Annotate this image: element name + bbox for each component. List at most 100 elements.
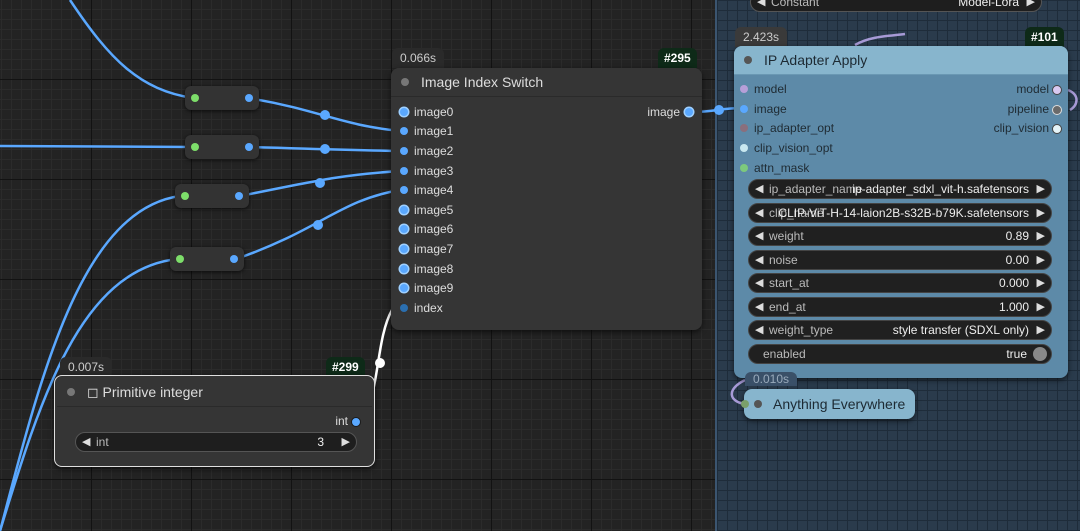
slot-label: image <box>647 105 680 119</box>
node-title: Anything Everywhere <box>773 396 906 412</box>
widget-label: end_at <box>769 300 806 314</box>
end-at-widget[interactable]: ◀ end_at 1.000 ▶ <box>748 297 1052 317</box>
reroute-input-dot[interactable] <box>181 192 189 200</box>
slot-label: clip_vision <box>993 121 1049 135</box>
input-slot-image9[interactable]: image9 <box>395 279 453 297</box>
start-at-widget[interactable]: ◀ start_at 0.000 ▶ <box>748 273 1052 293</box>
widget-label: ip_adapter_name <box>769 182 863 196</box>
decrement-arrow-icon[interactable]: ◀ <box>755 321 763 339</box>
widget-label: weight <box>769 229 804 243</box>
reroute-node-3[interactable] <box>175 184 249 208</box>
reroute-node-4[interactable] <box>170 247 244 271</box>
input-slot-image7[interactable]: image7 <box>395 240 453 258</box>
output-slot-int[interactable]: int <box>335 412 366 430</box>
input-slot-image0[interactable]: image0 <box>395 103 453 121</box>
decrement-arrow-icon[interactable]: ◀ <box>755 274 763 292</box>
node-title-bar[interactable]: Image Index Switch <box>391 68 702 97</box>
increment-arrow-icon[interactable]: ▶ <box>1037 321 1045 339</box>
input-slot-image5[interactable]: image5 <box>395 201 453 219</box>
noise-widget[interactable]: ◀ noise 0.00 ▶ <box>748 250 1052 270</box>
widget-value: 1.000 <box>998 300 1029 314</box>
slot-label: pipeline <box>1007 102 1049 116</box>
node-title: Image Index Switch <box>421 74 544 90</box>
output-slot-clip-vision[interactable]: clip_vision <box>994 119 1067 137</box>
input-slot-image6[interactable]: image6 <box>395 220 453 238</box>
wire-top-to-reroute1 <box>68 0 194 100</box>
input-slot-model[interactable]: model <box>735 80 787 98</box>
weight-type-widget[interactable]: ◀ weight_type style transfer (SDXL only)… <box>748 320 1052 340</box>
ae-time-badge: 0.010s <box>745 372 798 386</box>
increment-arrow-icon[interactable]: ▶ <box>1037 274 1045 292</box>
reroute-output-dot[interactable] <box>245 94 253 102</box>
slot-label: model <box>1016 82 1049 96</box>
slot-label: index <box>414 301 443 315</box>
ip-adapter-name-widget[interactable]: ◀ ip_adapter_name ip-adapter_sdxl_vit-h.… <box>748 179 1052 199</box>
input-slot-clip-vision-opt[interactable]: clip_vision_opt <box>735 139 833 157</box>
primitive-integer-node[interactable]: ◻ Primitive integer int ◀ int 3 ▶ <box>54 375 375 467</box>
decrement-arrow-icon[interactable]: ◀ <box>755 180 763 198</box>
input-slot-index[interactable]: index <box>395 299 443 317</box>
input-dot-icon[interactable] <box>741 400 749 408</box>
slot-label: image1 <box>414 124 454 138</box>
collapse-dot-icon[interactable] <box>67 388 75 396</box>
node-title-bar[interactable]: ◻ Primitive integer <box>57 378 372 407</box>
anything-everywhere-node[interactable]: Anything Everywhere <box>741 389 915 419</box>
toggle-knob-icon[interactable] <box>1033 347 1047 361</box>
decrement-arrow-icon[interactable]: ◀ <box>82 433 90 451</box>
collapse-dot-icon[interactable] <box>754 400 762 408</box>
slot-label: clip_vision_opt <box>754 141 833 155</box>
decrement-arrow-icon[interactable]: ◀ <box>755 227 763 245</box>
collapse-dot-icon[interactable] <box>744 56 752 64</box>
input-slot-image4[interactable]: image4 <box>395 181 453 199</box>
clip-name-widget[interactable]: ◀ clip_name CLIP-ViT-H-14-laion2B-s32B-b… <box>748 203 1052 223</box>
enabled-toggle[interactable]: enabled true <box>748 344 1052 364</box>
decrement-arrow-icon[interactable]: ◀ <box>757 0 765 11</box>
increment-arrow-icon[interactable]: ▶ <box>1027 0 1035 11</box>
slot-label: image3 <box>414 164 454 178</box>
slot-label: image7 <box>414 242 454 256</box>
constant-widget[interactable]: ◀ Constant Model-Lora ▶ <box>750 0 1042 12</box>
node-title-bar[interactable]: IP Adapter Apply <box>734 46 1068 75</box>
increment-arrow-icon[interactable]: ▶ <box>342 433 350 451</box>
reroute-input-dot[interactable] <box>191 143 199 151</box>
widget-value: style transfer (SDXL only) <box>892 323 1029 337</box>
slot-label: ip_adapter_opt <box>754 121 835 135</box>
output-slot-model[interactable]: model <box>1016 80 1067 98</box>
int-widget[interactable]: ◀ int 3 ▶ <box>75 432 357 452</box>
input-slot-image8[interactable]: image8 <box>395 260 453 278</box>
reroute-node-1[interactable] <box>185 86 259 110</box>
image-index-switch-node[interactable]: Image Index Switch image0 image1 image2 … <box>391 68 702 330</box>
reroute-output-dot[interactable] <box>235 192 243 200</box>
input-slot-image1[interactable]: image1 <box>395 122 453 140</box>
increment-arrow-icon[interactable]: ▶ <box>1037 204 1045 222</box>
increment-arrow-icon[interactable]: ▶ <box>1037 251 1045 269</box>
slot-label: attn_mask <box>754 161 810 175</box>
collapse-dot-icon[interactable] <box>401 78 409 86</box>
reroute-output-dot[interactable] <box>230 255 238 263</box>
slot-label: image6 <box>414 222 454 236</box>
increment-arrow-icon[interactable]: ▶ <box>1037 227 1045 245</box>
output-slot-image[interactable]: image <box>647 103 698 121</box>
increment-arrow-icon[interactable]: ▶ <box>1037 298 1045 316</box>
input-slot-ip-adapter-opt[interactable]: ip_adapter_opt <box>735 119 834 137</box>
widget-value: ip-adapter_sdxl_vit-h.safetensors <box>852 182 1029 196</box>
input-slot-attn-mask[interactable]: attn_mask <box>735 159 809 177</box>
constant-label: Constant <box>771 0 820 9</box>
decrement-arrow-icon[interactable]: ◀ <box>755 204 763 222</box>
wire-left-to-reroute2 <box>0 144 194 149</box>
input-slot-image2[interactable]: image2 <box>395 142 453 160</box>
reroute-input-dot[interactable] <box>191 94 199 102</box>
reroute-node-2[interactable] <box>185 135 259 159</box>
input-slot-image3[interactable]: image3 <box>395 162 453 180</box>
slot-label: model <box>754 82 787 96</box>
output-slot-pipeline[interactable]: pipeline <box>1008 100 1067 118</box>
weight-widget[interactable]: ◀ weight 0.89 ▶ <box>748 226 1052 246</box>
decrement-arrow-icon[interactable]: ◀ <box>755 251 763 269</box>
decrement-arrow-icon[interactable]: ◀ <box>755 298 763 316</box>
ip-adapter-apply-node[interactable]: IP Adapter Apply model image ip_adapter_… <box>734 46 1068 378</box>
slot-label: image0 <box>414 105 454 119</box>
reroute-output-dot[interactable] <box>245 143 253 151</box>
increment-arrow-icon[interactable]: ▶ <box>1037 180 1045 198</box>
input-slot-image[interactable]: image <box>735 100 787 118</box>
reroute-input-dot[interactable] <box>176 255 184 263</box>
